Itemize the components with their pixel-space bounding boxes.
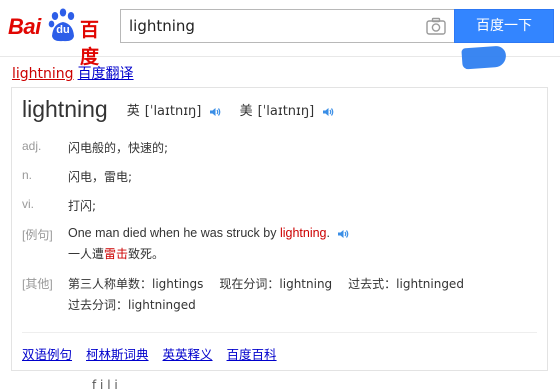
- example-en: One man died when he was struck by light…: [68, 226, 349, 240]
- inflection-item: 第三人称单数：lightings: [68, 277, 204, 291]
- example-zh-highlight: 雷击: [104, 247, 129, 261]
- inflection-item: 过去分词：lightninged: [68, 298, 196, 312]
- example-zh-after: 致死。: [128, 247, 165, 261]
- search-button[interactable]: 百度一下: [454, 9, 554, 43]
- link-english-definitions[interactable]: 英英释义: [163, 347, 213, 362]
- result-title-word[interactable]: lightning: [12, 66, 74, 82]
- link-baidu-baike[interactable]: 百度百科: [227, 347, 277, 362]
- other-label: [其他]: [22, 277, 53, 291]
- example-zh: 一人遭雷击致死。: [68, 245, 164, 262]
- speaker-icon[interactable]: [209, 106, 221, 118]
- part-of-speech: n.: [22, 168, 33, 182]
- baidu-logo[interactable]: Bai du 百度: [8, 6, 114, 68]
- definition-text: 闪电般的，快速的;: [68, 141, 169, 155]
- logo-paw-text: du: [56, 24, 70, 36]
- example-label: [例句]: [22, 228, 53, 242]
- next-result-cut-text: f i l i: [92, 378, 118, 392]
- definition-text: 打闪;: [68, 199, 97, 213]
- camera-icon[interactable]: [426, 17, 446, 35]
- example-zh-before: 一人遭: [68, 247, 105, 261]
- card-divider: [22, 332, 537, 333]
- other-forms: 第三人称单数：lightings 现在分词：lightning 过去式：lightn…: [68, 275, 480, 292]
- blue-brush-mark: [461, 45, 507, 70]
- pron-uk-label: 英: [126, 104, 140, 119]
- headword-line: lightning 英 [ˈlaɪtnɪŋ] 美 [ˈlaɪtnɪŋ]: [22, 96, 334, 126]
- result-title-link[interactable]: lightning 百度翻译: [12, 63, 134, 83]
- pron-us-text: [ˈlaɪtnɪŋ]: [257, 104, 315, 119]
- dictionary-links: 双语例句 柯林斯词典 英英释义 百度百科: [22, 344, 291, 363]
- pron-us-label: 美: [239, 104, 253, 119]
- example-en-before: One man died when he was struck by: [68, 226, 277, 240]
- part-of-speech: adj.: [22, 139, 42, 153]
- logo-text-cn: 百度: [80, 19, 99, 68]
- search-input[interactable]: [129, 10, 409, 42]
- link-collins-dictionary[interactable]: 柯林斯词典: [86, 347, 149, 362]
- speaker-icon[interactable]: [322, 106, 334, 118]
- pron-uk: 英 [ˈlaɪtnɪŋ]: [127, 104, 226, 119]
- inflection-item: 现在分词：lightning: [219, 277, 333, 291]
- speaker-icon[interactable]: [337, 228, 349, 240]
- inflection-item: 过去式：lightninged: [348, 277, 464, 291]
- result-title-source[interactable]: 百度翻译: [78, 66, 134, 82]
- example-en-highlight: lightning: [279, 226, 327, 240]
- headword: lightning: [22, 96, 108, 122]
- pron-us: 美 [ˈlaɪtnɪŋ]: [240, 104, 335, 119]
- link-bilingual-examples[interactable]: 双语例句: [22, 347, 72, 362]
- part-of-speech: vi.: [22, 197, 34, 211]
- example-en-after: .: [326, 226, 330, 240]
- definition-text: 闪电，雷电;: [68, 170, 133, 184]
- pron-uk-text: [ˈlaɪtnɪŋ]: [144, 104, 202, 119]
- logo-text-en: Bai: [8, 14, 41, 39]
- dictionary-card: lightning 英 [ˈlaɪtnɪŋ] 美 [ˈlaɪtnɪŋ] adj. 闪…: [11, 87, 548, 371]
- search-box[interactable]: [120, 9, 454, 43]
